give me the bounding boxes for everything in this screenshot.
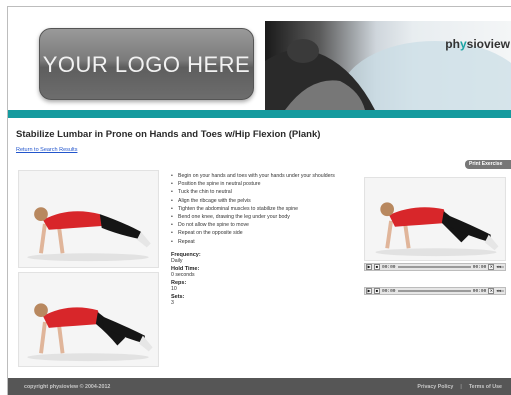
- privacy-policy-link[interactable]: Privacy Policy: [417, 384, 453, 390]
- play-icon[interactable]: ▶: [366, 264, 372, 270]
- video-player-controls: ▶ ■ 00:00 00:00 ✕ ◂◂═: [364, 287, 506, 295]
- header-divider: [8, 110, 511, 118]
- instruction-step: Tighten the abdominal muscles to stabili…: [171, 205, 361, 213]
- logo-text: YOUR LOGO HERE: [42, 52, 251, 77]
- total-time: 00:00: [472, 288, 487, 294]
- instruction-step: Do not allow the spine to move: [171, 221, 361, 229]
- play-icon[interactable]: ▶: [366, 288, 372, 294]
- hold-time-value: 0 seconds: [171, 272, 195, 278]
- site-footer: copyright physioview © 2004-2012 Privacy…: [8, 378, 511, 395]
- total-time: 00:00: [472, 264, 487, 270]
- browser-page: YOUR LOGO HERE physioview Stabilize Lumb…: [7, 6, 511, 395]
- volume-icon[interactable]: ◂◂═: [496, 264, 504, 270]
- seek-bar[interactable]: [397, 266, 471, 268]
- instruction-step: Repeat: [171, 238, 361, 246]
- exercise-photo-knee-drive: [18, 272, 159, 367]
- header-hero-image: physioview: [265, 21, 511, 110]
- instruction-step: Repeat on the opposite side: [171, 229, 361, 237]
- current-time: 00:00: [382, 288, 396, 294]
- brand-logo: physioview: [445, 37, 510, 51]
- close-icon[interactable]: ✕: [488, 288, 495, 294]
- close-icon[interactable]: ✕: [488, 264, 495, 270]
- instruction-step: Position the spine in neutral posture: [171, 180, 361, 188]
- exercise-photo-start: [18, 170, 159, 268]
- video-player-controls: ▶ ■ 00:00 00:00 ✕ ◂◂═: [364, 263, 506, 271]
- hero-photo: [265, 39, 511, 110]
- sets-value: 3: [171, 300, 174, 306]
- footer-separator: |: [460, 384, 462, 390]
- logo-placeholder[interactable]: YOUR LOGO HERE: [39, 28, 254, 100]
- exercise-video-frame[interactable]: [364, 177, 506, 261]
- exercise-dosage: Frequency: Daily Hold Time: 0 seconds Re…: [171, 252, 291, 308]
- footer-links: Privacy Policy | Terms of Use: [417, 384, 502, 390]
- terms-of-use-link[interactable]: Terms of Use: [469, 384, 502, 390]
- reps-value: 10: [171, 286, 177, 292]
- copyright-text: copyright physioview © 2004-2012: [24, 384, 111, 390]
- stop-icon[interactable]: ■: [374, 288, 380, 294]
- site-header: YOUR LOGO HERE physioview: [8, 7, 511, 110]
- instruction-step: Bend one knee, drawing the leg under you…: [171, 213, 361, 221]
- instruction-step: Begin on your hands and toes with your h…: [171, 172, 361, 180]
- exercise-title: Stabilize Lumbar in Prone on Hands and T…: [16, 129, 321, 140]
- plank-knee-illustration: [19, 273, 158, 366]
- exercise-instructions: Begin on your hands and toes with your h…: [171, 172, 361, 246]
- print-exercise-button[interactable]: Print Exercise: [465, 160, 511, 169]
- plank-start-illustration: [19, 171, 158, 267]
- seek-bar[interactable]: [397, 290, 471, 292]
- frequency-value: Daily: [171, 258, 183, 264]
- current-time: 00:00: [382, 264, 396, 270]
- instruction-step: Align the ribcage with the pelvis: [171, 197, 361, 205]
- volume-icon[interactable]: ◂◂═: [496, 288, 504, 294]
- return-to-search-link[interactable]: Return to Search Results: [16, 147, 77, 153]
- instruction-step: Tuck the chin to neutral: [171, 188, 361, 196]
- video-still-illustration: [365, 178, 505, 260]
- stop-icon[interactable]: ■: [374, 264, 380, 270]
